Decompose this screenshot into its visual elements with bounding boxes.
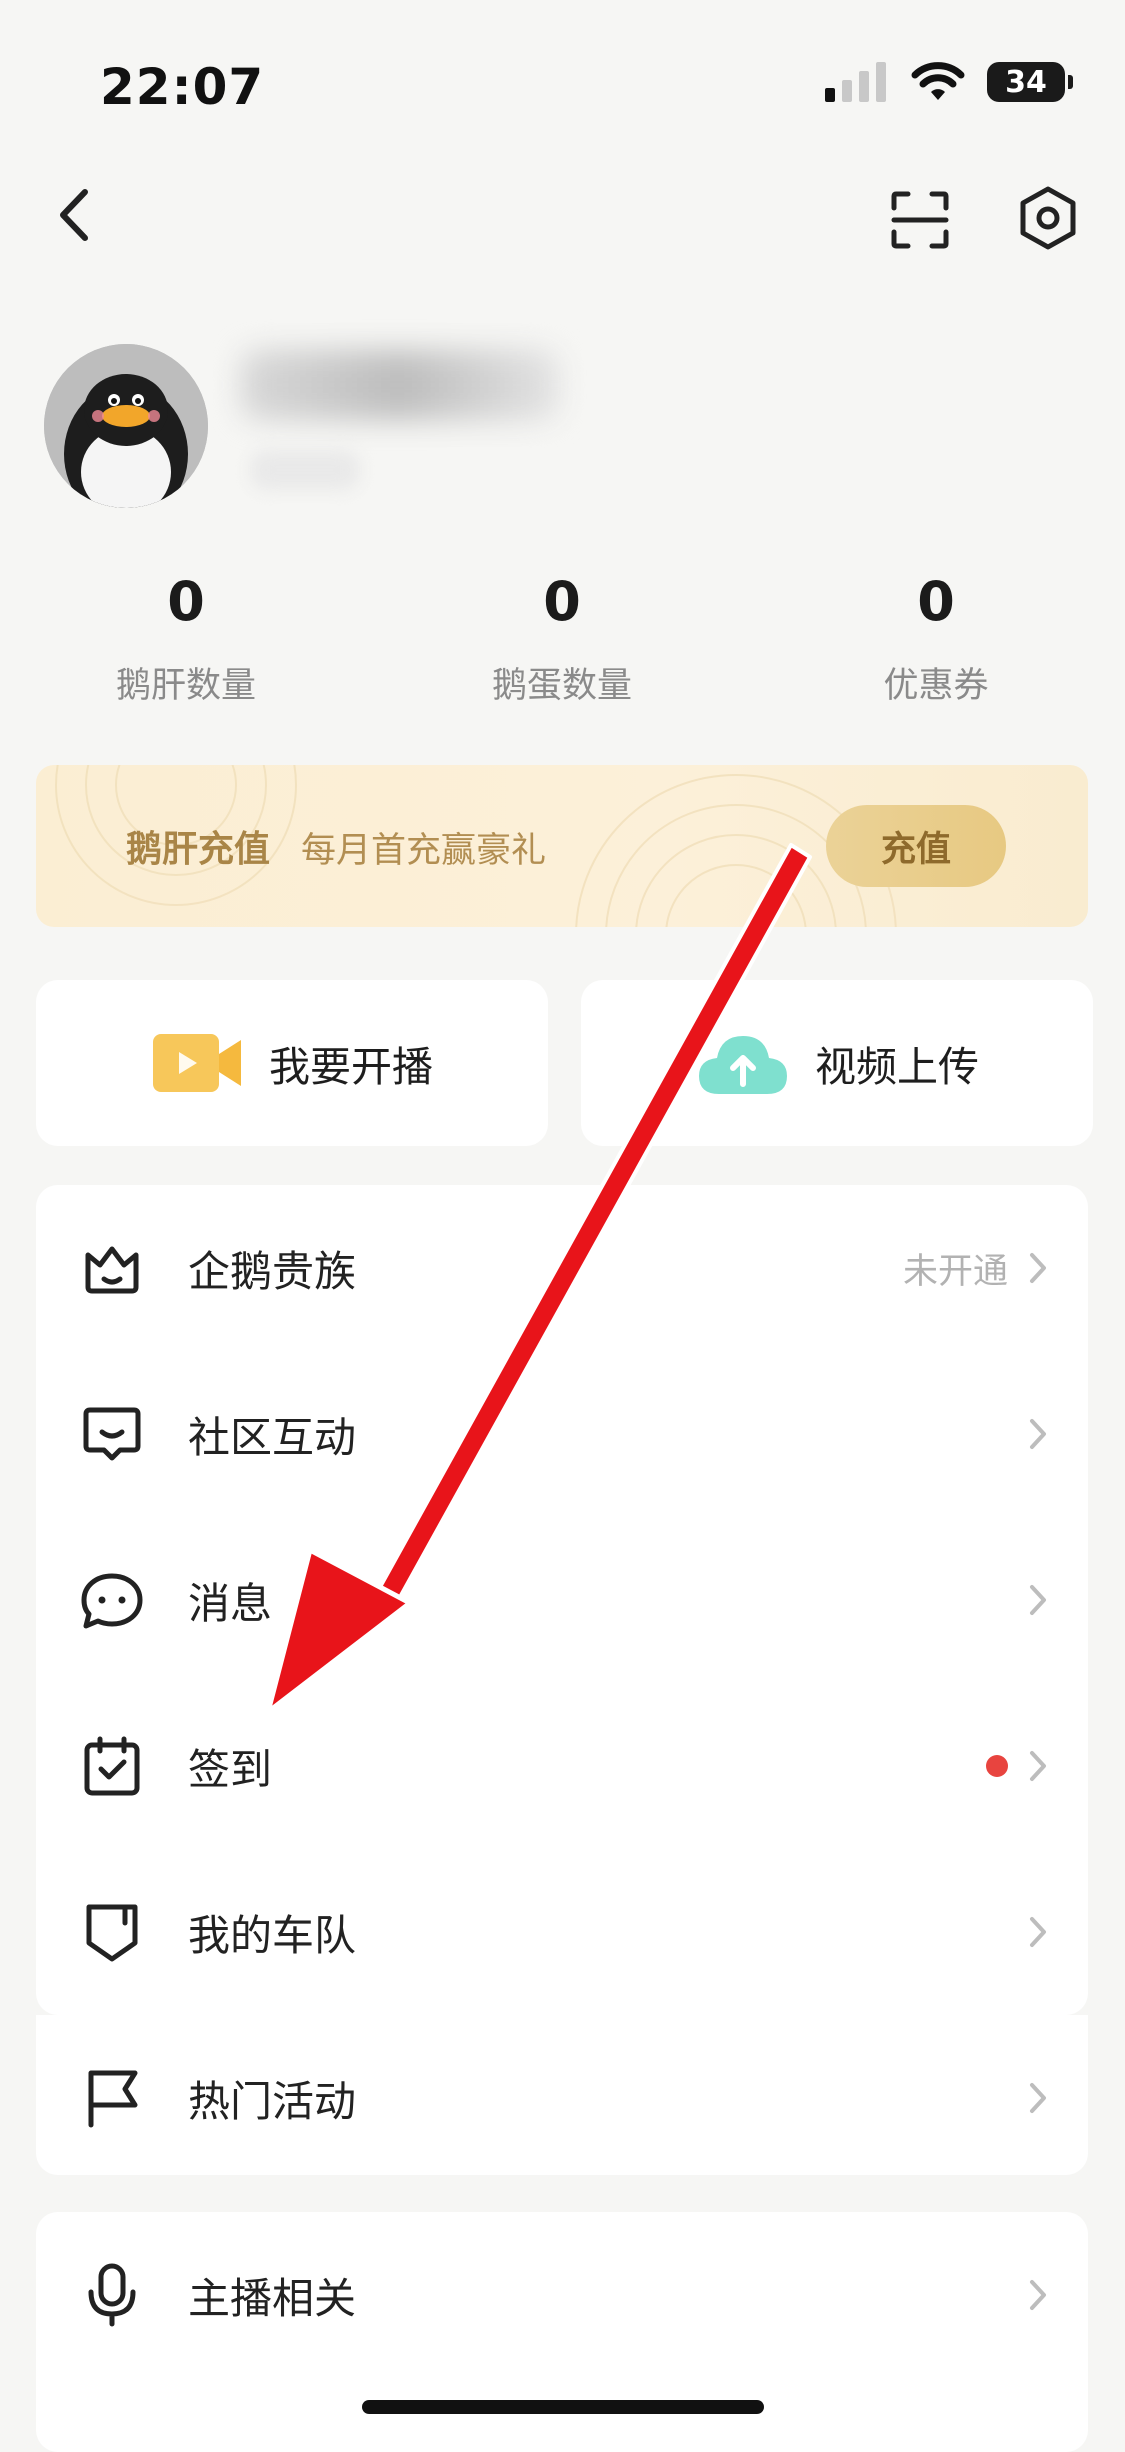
shield-icon	[80, 1900, 144, 1964]
battery-indicator: 34	[987, 62, 1073, 102]
cloud-upload-icon	[699, 1036, 787, 1094]
menu-group-main: 企鹅贵族 未开通 社区互动 消息 签到 我的车队	[36, 1185, 1088, 2015]
chevron-right-icon	[1030, 1751, 1046, 1781]
stat-coupons[interactable]: 0 优惠券	[806, 570, 1066, 708]
menu-right	[1028, 1915, 1048, 1949]
go-live-card[interactable]: 我要开播	[36, 980, 548, 1146]
nobility-status: 未开通	[902, 1251, 1008, 1292]
go-live-label: 我要开播	[269, 1043, 433, 1091]
menu-label: 我的车队	[188, 1910, 357, 1960]
recharge-button[interactable]: 充值	[826, 805, 1006, 887]
video-upload-card[interactable]: 视频上传	[581, 980, 1093, 1146]
chevron-right-icon	[1030, 1917, 1046, 1947]
menu-item-streamer[interactable]: 主播相关	[36, 2212, 1088, 2378]
chevron-right-icon	[1030, 1419, 1046, 1449]
settings-button[interactable]	[1008, 178, 1088, 258]
stat-label: 优惠券	[883, 666, 989, 706]
video-upload-label: 视频上传	[815, 1043, 979, 1091]
menu-label: 社区互动	[188, 1412, 357, 1462]
menu-right	[1028, 2081, 1048, 2115]
status-icons: 34	[825, 62, 1073, 102]
scan-button[interactable]	[880, 180, 960, 260]
banner-subtitle: 每月首充赢豪礼	[301, 831, 547, 871]
banner-title: 鹅肝充值	[126, 829, 271, 870]
status-time: 22:07	[100, 58, 265, 116]
penguin-avatar-image	[44, 344, 208, 508]
stat-value: 0	[917, 570, 955, 633]
calendar-check-icon	[80, 1734, 144, 1798]
stat-goose-egg[interactable]: 0 鹅蛋数量	[432, 570, 692, 708]
wifi-icon	[911, 62, 965, 100]
avatar[interactable]	[44, 344, 208, 508]
stat-label: 鹅蛋数量	[491, 666, 632, 706]
user-id-blurred	[250, 450, 360, 490]
community-chat-icon	[80, 1402, 144, 1466]
menu-item-hot-events[interactable]: 热门活动	[36, 2015, 1088, 2181]
video-camera-icon	[153, 1034, 241, 1092]
chevron-right-icon	[1030, 2280, 1046, 2310]
home-indicator[interactable]	[362, 2400, 764, 2414]
menu-item-messages[interactable]: 消息	[36, 1517, 1088, 1683]
chevron-right-icon	[1030, 1253, 1046, 1283]
menu-item-community[interactable]: 社区互动	[36, 1351, 1088, 1517]
menu-right	[1028, 1583, 1048, 1617]
recharge-banner[interactable]: 鹅肝充值 每月首充赢豪礼 充值	[36, 765, 1088, 927]
flag-icon	[80, 2066, 144, 2130]
back-button[interactable]	[40, 180, 110, 250]
menu-right	[1028, 2278, 1048, 2312]
menu-item-team[interactable]: 我的车队	[36, 1849, 1088, 2015]
message-bubble-icon	[80, 1568, 144, 1632]
menu-right: 未开通	[903, 1243, 1048, 1294]
menu-label: 签到	[188, 1744, 273, 1794]
menu-group-activities: 热门活动	[36, 2015, 1088, 2175]
menu-item-checkin[interactable]: 签到	[36, 1683, 1088, 1849]
stat-value: 0	[167, 570, 205, 633]
menu-right	[986, 1749, 1048, 1783]
menu-label: 消息	[188, 1578, 273, 1628]
settings-icon	[1020, 186, 1076, 250]
stat-goose-liver[interactable]: 0 鹅肝数量	[56, 570, 316, 708]
menu-right	[1028, 1417, 1048, 1451]
menu-label: 热门活动	[188, 2076, 357, 2126]
stat-value: 0	[543, 570, 581, 633]
menu-label: 企鹅贵族	[188, 1246, 357, 1296]
menu-group-streamer: 主播相关	[36, 2212, 1088, 2452]
menu-label: 主播相关	[188, 2273, 357, 2323]
stat-label: 鹅肝数量	[115, 666, 256, 706]
notification-dot	[986, 1755, 1008, 1777]
chevron-right-icon	[1030, 2083, 1046, 2113]
signal-icon	[825, 62, 886, 102]
microphone-icon	[80, 2263, 144, 2327]
scan-icon	[891, 191, 949, 249]
crown-icon	[80, 1236, 144, 1300]
username-blurred	[240, 350, 560, 420]
chevron-right-icon	[1030, 1585, 1046, 1615]
menu-item-nobility[interactable]: 企鹅贵族 未开通	[36, 1185, 1088, 1351]
back-icon	[60, 189, 88, 241]
